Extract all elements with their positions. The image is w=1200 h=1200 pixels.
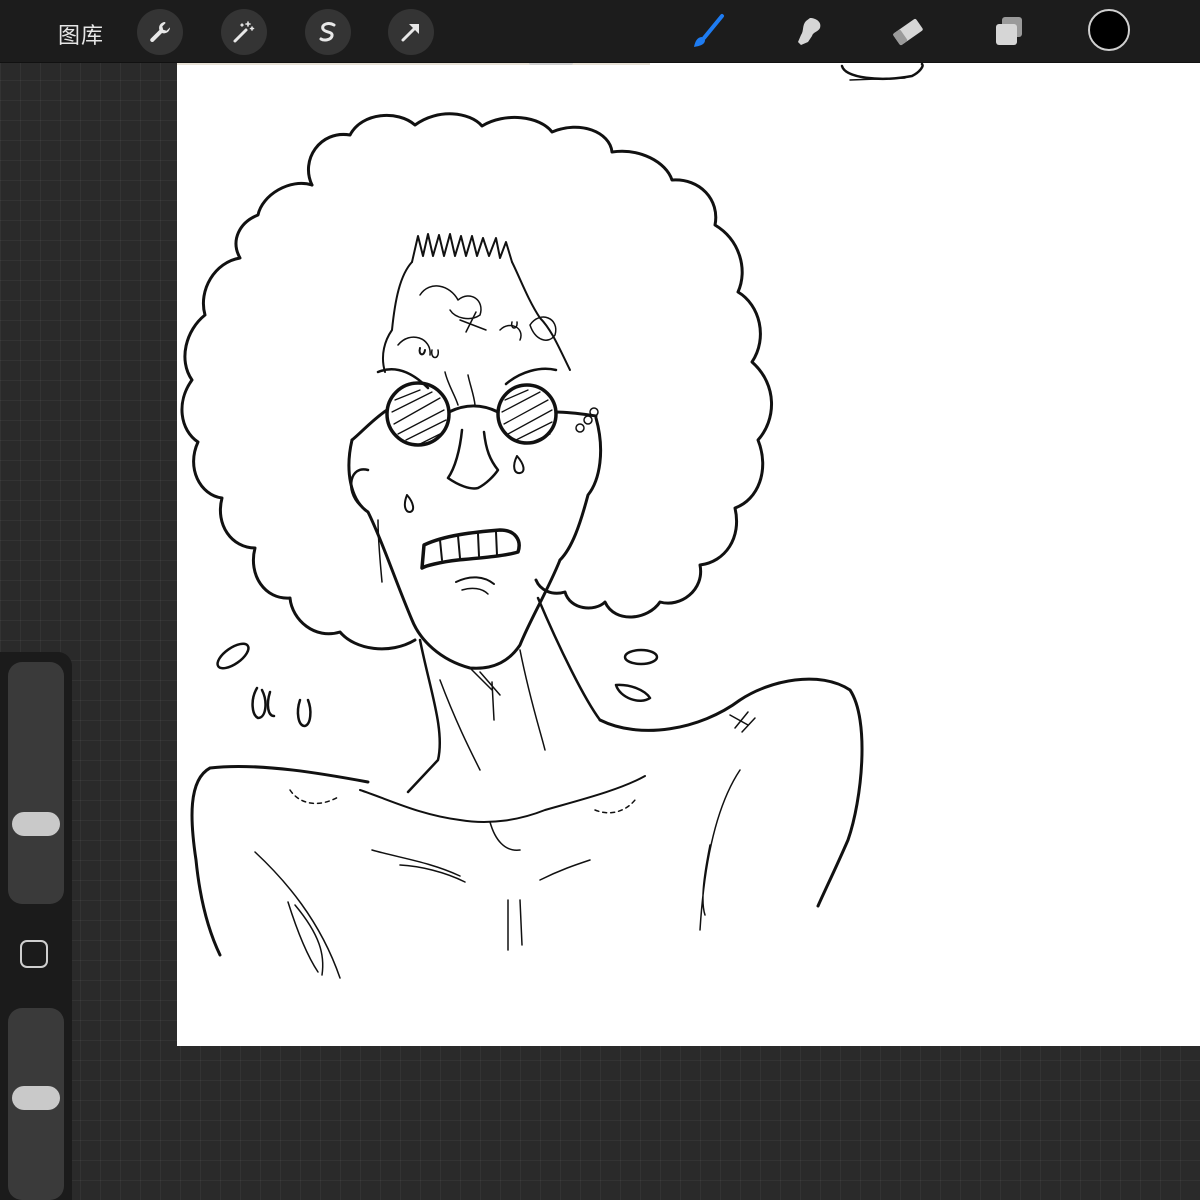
actions-button[interactable] [137, 9, 183, 55]
brush-button[interactable] [684, 8, 732, 56]
transform-button[interactable] [388, 9, 434, 55]
gallery-link[interactable]: 图库 [58, 18, 104, 50]
adjustments-button[interactable] [221, 9, 267, 55]
modify-button[interactable] [20, 940, 48, 968]
selection-icon [315, 19, 341, 45]
eraser-button[interactable] [884, 8, 932, 56]
opacity-slider[interactable] [8, 1008, 64, 1200]
opacity-thumb[interactable] [12, 1086, 60, 1110]
brush-icon [688, 12, 728, 52]
layers-icon [989, 12, 1029, 52]
wrench-icon [147, 19, 173, 45]
brush-size-slider[interactable] [8, 662, 64, 904]
eraser-icon [888, 12, 928, 52]
magic-wand-icon [231, 19, 257, 45]
smudge-button[interactable] [784, 8, 832, 56]
arrow-icon [398, 19, 424, 45]
drawing-canvas[interactable] [177, 63, 1200, 1046]
layers-button[interactable] [985, 8, 1033, 56]
selection-button[interactable] [305, 9, 351, 55]
sketch-artwork [180, 63, 924, 979]
color-swatch[interactable] [1088, 9, 1130, 51]
left-sidebar [0, 652, 72, 1200]
smudge-icon [788, 12, 828, 52]
top-toolbar: 图库 [0, 0, 1200, 63]
brush-size-thumb[interactable] [12, 812, 60, 836]
